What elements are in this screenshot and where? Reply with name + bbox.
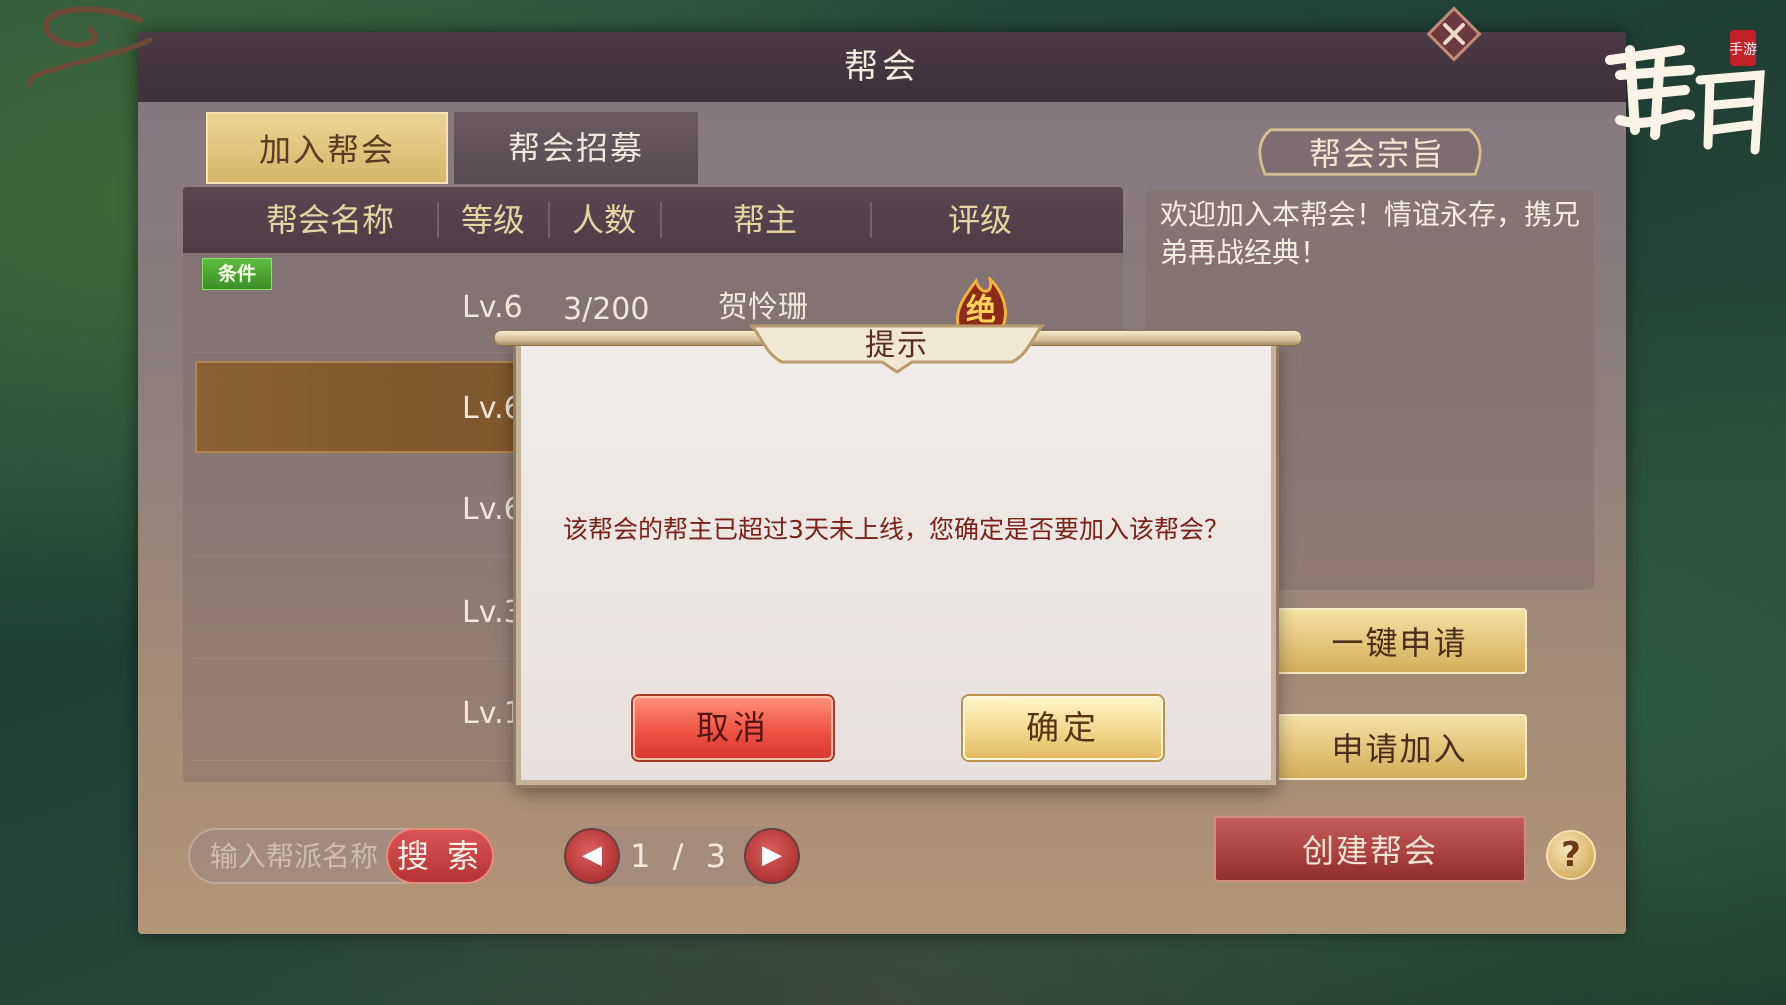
header-divider [437,202,439,238]
purpose-title: 帮会宗旨 [1308,135,1445,173]
swirl-ornament-icon [26,6,153,88]
row-level: Lv.6 [462,391,523,426]
header-rank: 评级 [947,201,1012,239]
header-leader: 帮主 [732,201,797,239]
svg-text:手游: 手游 [1729,42,1757,58]
page-indicator: 1 / 3 [630,837,732,875]
row-level: Lv.1 [462,696,523,731]
cancel-button[interactable]: 取消 [633,696,833,760]
create-guild-button[interactable]: 创建帮会 [1214,816,1526,882]
confirm-button[interactable]: 确定 [963,696,1163,760]
window-title: 帮会 [844,47,920,87]
header-level: 等级 [460,201,525,239]
search-button[interactable]: 搜 索 [386,828,494,884]
dialog-message: 该帮会的帮主已超过3天未上线，您确定是否要加入该帮会？ [563,515,1229,544]
tab-join-guild[interactable]: 加入帮会 [206,112,448,184]
row-members: 3/200 [563,292,650,327]
tab-guild-recruit[interactable]: 帮会招募 [454,112,698,184]
header-members: 人数 [571,201,636,239]
apply-join-button[interactable]: 申请加入 [1272,714,1527,780]
row-level: Lv.3 [462,595,523,630]
one-click-apply-button[interactable]: 一键申请 [1272,608,1527,674]
close-icon[interactable] [1426,6,1482,62]
dialog-title: 提示 [865,328,929,363]
arrow-right-icon: ▶ [762,840,782,870]
row-level: Lv.6 [462,492,523,527]
prev-page-button[interactable]: ◀ [564,828,620,884]
search-placeholder: 输入帮派名称 [210,840,379,873]
help-icon[interactable]: ? [1546,830,1596,880]
game-logo-icon: 手游 [1605,30,1765,155]
condition-badge: 条件 [202,258,272,290]
next-page-button[interactable]: ▶ [744,828,800,884]
header-guild-name: 帮会名称 [265,201,394,239]
row-level: Lv.6 [462,290,523,325]
purpose-text: 欢迎加入本帮会！情谊永存，携兄弟再战经典！ [1160,198,1581,269]
arrow-left-icon: ◀ [582,840,602,870]
